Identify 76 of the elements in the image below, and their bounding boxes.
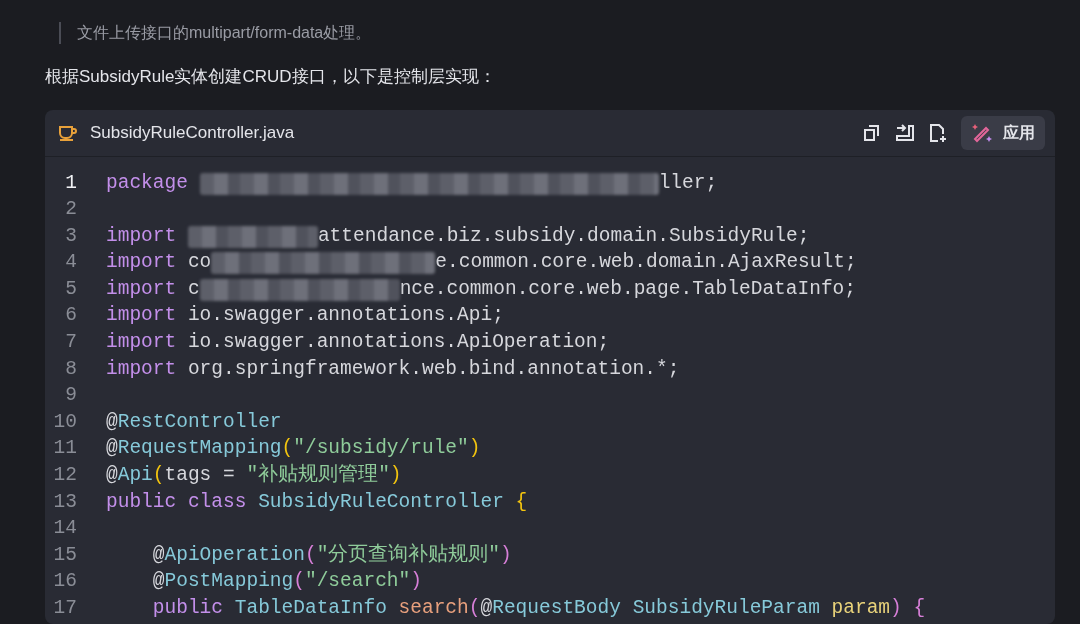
string-literal: "/search" <box>304 569 411 595</box>
annotation-sign: @ <box>480 596 493 621</box>
line-number: 4 <box>64 250 78 276</box>
insert-icon[interactable] <box>895 123 915 142</box>
line-number: 1 <box>64 170 78 196</box>
line-number: 6 <box>64 303 78 329</box>
bracket: ( <box>468 596 481 621</box>
line-number: 13 <box>52 489 78 515</box>
line-number: 16 <box>52 569 78 595</box>
code-text: nce.common.core.web.page.TableDataInfo; <box>399 276 856 302</box>
annotation-name: PostMapping <box>164 569 294 595</box>
code-text: co <box>186 250 212 276</box>
annotation-name: ApiOperation <box>164 542 305 568</box>
bracket: ) { <box>890 596 926 621</box>
code-text: e.common.core.web.domain.AjaxResult; <box>435 250 857 276</box>
code-text: tags = <box>164 463 236 489</box>
line-number: 3 <box>64 223 78 249</box>
annotation-name: Api <box>117 463 153 489</box>
type-name: SubsidyRuleController <box>258 489 505 515</box>
method-name: search <box>398 596 469 621</box>
quote-text: 文件上传接口的multipart/form-data处理。 <box>77 23 372 43</box>
annotation-name: RestController <box>117 409 282 435</box>
line-number: 8 <box>64 356 78 382</box>
annotation-sign: @ <box>106 463 118 489</box>
parameter-name: param <box>831 596 891 621</box>
annotation-sign: @ <box>151 542 165 568</box>
line-number: 11 <box>52 436 78 462</box>
keyword: package <box>106 170 189 196</box>
keyword: public class <box>106 489 248 515</box>
line-number: 9 <box>64 383 78 409</box>
line-number: 10 <box>52 409 78 435</box>
code-text: io.swagger.annotations.ApiOperation; <box>186 330 610 356</box>
string-literal: "补贴规则管理" <box>246 462 390 489</box>
line-number: 2 <box>64 197 78 223</box>
keyword: import <box>106 250 177 276</box>
keyword: import <box>106 223 178 249</box>
keyword: import <box>106 330 177 356</box>
bracket: ) <box>410 569 422 595</box>
bracket: ) <box>389 463 402 489</box>
bracket: ( <box>152 463 165 489</box>
bracket: ) <box>468 436 481 462</box>
paragraph: 根据SubsidyRule实体创建CRUD接口，以下是控制层实现： <box>45 66 497 88</box>
string-literal: "/subsidy/rule" <box>293 436 469 462</box>
code-text: ller; <box>658 170 718 196</box>
bracket: ( <box>281 436 294 462</box>
copy-icon[interactable] <box>863 123 881 142</box>
bracket: ( <box>293 569 305 595</box>
code-text: io.swagger.annotations.Api; <box>186 303 504 329</box>
type-name: TableDataInfo <box>234 596 388 621</box>
line-number: 12 <box>52 463 78 489</box>
cup-icon <box>58 123 78 142</box>
annotation-sign: @ <box>106 409 118 435</box>
line-number: 15 <box>52 542 78 568</box>
annotation-sign: @ <box>106 436 118 462</box>
line-number: 7 <box>64 330 78 356</box>
new-file-icon[interactable] <box>929 122 947 143</box>
bracket: ) <box>500 542 512 568</box>
type-name: SubsidyRuleParam <box>632 596 821 621</box>
line-number: 17 <box>52 596 78 621</box>
annotation-sign: @ <box>151 569 165 595</box>
string-literal: "分页查询补贴规则" <box>316 542 501 568</box>
keyword: import <box>106 356 177 382</box>
file-name: SubsidyRuleController.java <box>90 121 295 144</box>
bracket: { <box>515 489 528 515</box>
bracket: ( <box>304 542 317 568</box>
code-text: c <box>186 276 200 302</box>
code-text: org.springframework.web.bind.annotation.*; <box>186 356 680 382</box>
annotation-name: RequestBody <box>492 596 622 621</box>
annotation-name: RequestMapping <box>117 436 282 462</box>
code-text: attendance.biz.subsidy.domain.SubsidyRule; <box>317 223 810 249</box>
line-number: 5 <box>64 276 78 302</box>
apply-button[interactable]: 应用 <box>961 115 1045 150</box>
keyword: public <box>151 596 225 621</box>
keyword: import <box>106 276 177 302</box>
keyword: import <box>106 303 177 329</box>
line-number: 14 <box>52 516 78 542</box>
